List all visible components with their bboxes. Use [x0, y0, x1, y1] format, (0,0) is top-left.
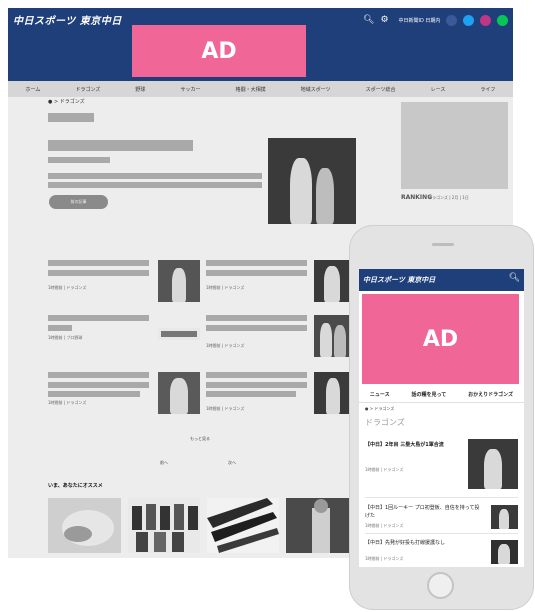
tab-dragons[interactable]: おかえりドラゴンズ [468, 391, 513, 398]
breadcrumb[interactable]: ● > ドラゴンズ [48, 98, 85, 105]
header-icons: 🔍︎ ⚙ 中日新聞ID 日期内 [363, 13, 509, 27]
login-link[interactable]: 中日新聞ID 日期内 [399, 17, 441, 24]
mobile-ad-banner[interactable]: AD [362, 294, 519, 384]
sidebar-ad[interactable] [401, 102, 508, 189]
site-logo[interactable]: 中日スポーツ 東京中日 [13, 12, 122, 27]
article-meta: 1時間前 | ドラゴンズ [206, 343, 245, 348]
recommend-thumbnail[interactable] [128, 498, 200, 553]
article-meta: 1時間前 | ドラゴンズ [206, 406, 245, 411]
search-icon[interactable]: 🔍︎ [509, 273, 520, 283]
ranking-tabs[interactable]: ドラゴンズ | 2月 | 1日 [428, 195, 469, 201]
section-heading-placeholder [48, 113, 94, 122]
article-thumbnail[interactable] [314, 260, 352, 302]
phone-speaker [432, 243, 454, 246]
mobile-logo[interactable]: 中日スポーツ 東京中日 [363, 275, 435, 285]
mobile-article-title[interactable]: 【中日】先発が好投も打線援護なし [365, 539, 480, 547]
search-icon[interactable]: 🔍︎ [363, 15, 374, 25]
nav-item[interactable]: 地域スポーツ [301, 86, 331, 93]
nav-item[interactable]: ライフ [480, 86, 495, 93]
gear-icon[interactable]: ⚙ [380, 15, 388, 25]
hero-meta-placeholder [48, 157, 110, 163]
hero-thumbnail[interactable] [268, 138, 356, 224]
mobile-article-title[interactable]: 【中日】1回ルーキー プロ初登板、自信を持って投げた [365, 504, 480, 520]
phone-mockup: 中日スポーツ 東京中日 🔍︎ AD ニュース 話の種を見って おかえりドラゴンズ… [349, 225, 534, 610]
nav-item[interactable]: 格闘・大相撲 [236, 86, 266, 93]
mobile-header: 中日スポーツ 東京中日 🔍︎ [359, 269, 524, 291]
hero-text-placeholder [48, 173, 262, 179]
global-nav: ホーム ドラゴンズ 野球 サッカー 格闘・大相撲 地域スポーツ スポーツ総合 レ… [8, 81, 513, 97]
twitter-icon[interactable] [463, 14, 475, 26]
mobile-breadcrumb[interactable]: ● > ドラゴンズ [365, 406, 394, 412]
article-logo-thumbnail[interactable] [158, 326, 200, 342]
mobile-article-thumbnail[interactable] [491, 540, 518, 564]
article-thumbnail[interactable] [158, 372, 200, 414]
nav-item[interactable]: スポーツ総合 [366, 86, 396, 93]
nav-item[interactable]: サッカー [181, 86, 201, 93]
home-button[interactable] [427, 572, 454, 599]
tab-feature[interactable]: 話の種を見って [412, 391, 447, 398]
desktop-header: 中日スポーツ 東京中日 🔍︎ ⚙ 中日新聞ID 日期内 AD [8, 8, 513, 81]
recommend-thumbnail[interactable] [207, 498, 279, 553]
divider [365, 533, 518, 534]
nav-item[interactable]: レース [431, 86, 446, 93]
instagram-icon[interactable] [480, 14, 492, 26]
mobile-article-thumbnail[interactable] [491, 505, 518, 529]
pagination-next[interactable]: 次へ [228, 460, 236, 466]
article-meta: 1時間前 | ドラゴンズ [48, 400, 87, 405]
mobile-page-title: ドラゴンズ [365, 418, 405, 427]
nav-item[interactable]: ホーム [26, 86, 41, 93]
bats-image-icon [207, 498, 279, 553]
mobile-article-title[interactable]: 【中日】2年目 三塁大島が1軍合流 [365, 441, 465, 449]
facebook-icon[interactable] [446, 14, 458, 26]
mobile-article-thumbnail[interactable] [468, 439, 518, 489]
hero-text-placeholder [48, 182, 262, 188]
pagination-prev[interactable]: 前へ [160, 460, 168, 466]
mobile-article-meta: 1時間前 | ドラゴンズ [365, 467, 404, 472]
nav-item[interactable]: 野球 [135, 86, 145, 93]
abstract-image-icon [62, 510, 114, 546]
mobile-article-meta: 1時間前 | ドラゴンズ [365, 556, 404, 561]
recommend-heading: いま、あなたにオススメ [48, 483, 103, 489]
read-more-button[interactable]: 前の記事 [49, 195, 108, 209]
more-link[interactable]: もっと見る [190, 436, 210, 442]
recommend-thumbnail[interactable] [286, 498, 356, 553]
nav-item[interactable]: ドラゴンズ [75, 86, 100, 93]
hero-title-placeholder [48, 140, 193, 151]
mobile-article-meta: 1時間前 | ドラゴンズ [365, 523, 404, 528]
article-thumbnail[interactable] [158, 260, 200, 302]
divider [365, 497, 518, 498]
recommend-thumbnail[interactable] [48, 498, 121, 553]
logo-icon [158, 328, 200, 340]
tab-news[interactable]: ニュース [370, 391, 390, 398]
article-meta: 1時間前 | ドラゴンズ [48, 285, 87, 290]
group-photo-icon [132, 504, 198, 552]
article-meta: 1時間前 | プロ野球 [48, 335, 83, 340]
player-image-icon [312, 499, 330, 553]
phone-screen: 中日スポーツ 東京中日 🔍︎ AD ニュース 話の種を見って おかえりドラゴンズ… [359, 269, 524, 567]
ad-banner[interactable]: AD [132, 25, 306, 77]
article-thumbnail[interactable] [314, 315, 352, 357]
line-icon[interactable] [497, 14, 509, 26]
mobile-tabs: ニュース 話の種を見って おかえりドラゴンズ [359, 387, 524, 403]
article-thumbnail[interactable] [314, 372, 352, 414]
article-meta: 1時間前 | ドラゴンズ [206, 285, 245, 290]
